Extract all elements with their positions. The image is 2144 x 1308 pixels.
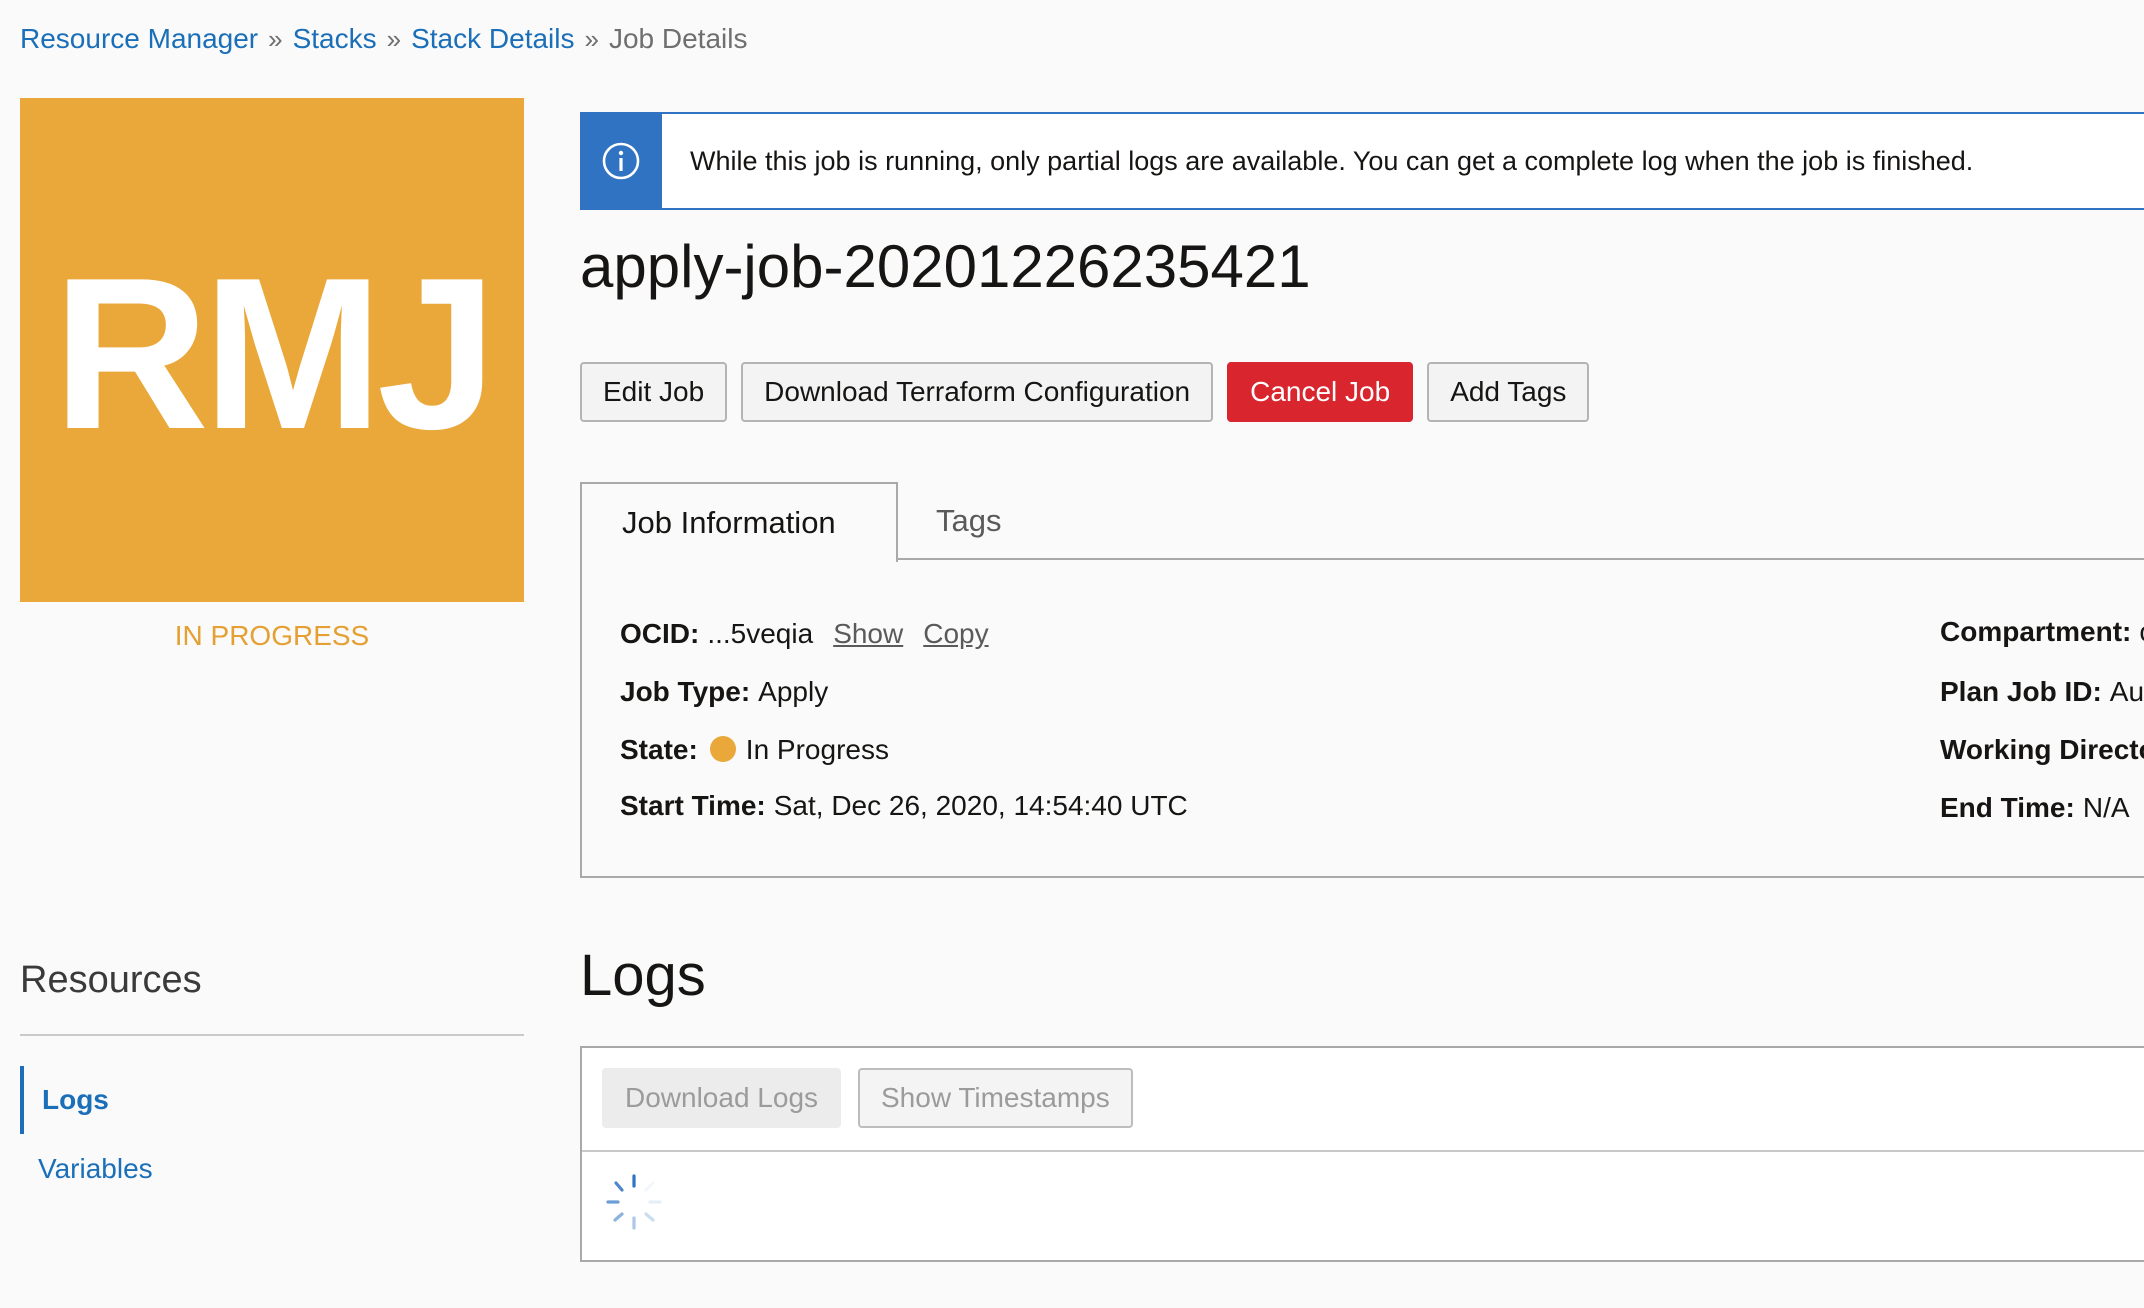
- compartment-value[interactable]: c: [2139, 616, 2144, 647]
- tab-tags[interactable]: Tags: [936, 482, 1001, 560]
- breadcrumb-separator: »: [386, 24, 402, 54]
- working-directory-label: Working Directo: [1940, 734, 2144, 765]
- job-information-panel: OCID: ...5veqia Show Copy Job Type: Apply St…: [580, 558, 2144, 878]
- ocid-field: OCID: ...5veqia Show Copy: [620, 614, 989, 654]
- breadcrumb-current: Job Details: [608, 23, 748, 54]
- info-icon: [602, 142, 640, 180]
- action-toolbar: Edit Job Download Terraform Configuratio…: [580, 362, 1590, 422]
- tab-job-information[interactable]: Job Information: [580, 482, 898, 562]
- plan-job-id-field: Plan Job ID: Au: [1940, 672, 2144, 712]
- compartment-field: Compartment:c: [1940, 612, 2144, 652]
- logs-heading: Logs: [580, 943, 706, 1008]
- breadcrumb-resource-manager[interactable]: Resource Manager: [20, 23, 258, 54]
- show-timestamps-button[interactable]: Show Timestamps: [858, 1068, 1133, 1128]
- working-directory-field: Working Directo: [1940, 730, 2144, 770]
- logs-toolbar: Download Logs Show Timestamps: [582, 1048, 2144, 1152]
- end-time-field: End Time: N/A: [1940, 788, 2130, 828]
- end-time-value: N/A: [2082, 792, 2130, 823]
- start-time-field: Start Time: Sat, Dec 26, 2020, 14:54:40 U…: [620, 786, 1188, 826]
- breadcrumb-separator: »: [268, 24, 283, 54]
- ocid-value: ...5veqia: [707, 618, 814, 649]
- page-title: apply-job-20201226235421: [580, 233, 1311, 300]
- breadcrumb-stacks[interactable]: Stacks: [293, 23, 377, 54]
- job-type-label: Job Type:: [620, 676, 751, 707]
- plan-job-id-label: Plan Job ID:: [1940, 676, 2102, 707]
- end-time-label: End Time:: [1940, 792, 2075, 823]
- ocid-copy-link[interactable]: Copy: [923, 618, 988, 649]
- info-icon-cell: [580, 113, 662, 209]
- job-badge-status: IN PROGRESS: [174, 620, 370, 651]
- resources-item-logs[interactable]: Logs: [20, 1066, 500, 1134]
- cancel-job-button[interactable]: Cancel Job: [1227, 362, 1414, 422]
- resources-heading: Resources: [20, 959, 202, 1001]
- resources-divider: [20, 1034, 524, 1036]
- job-type-field: Job Type: Apply: [620, 672, 828, 712]
- download-terraform-button[interactable]: Download Terraform Configuration: [741, 362, 1214, 422]
- logs-panel: Download Logs Show Timestamps: [580, 1046, 2144, 1262]
- job-badge-initials: RMJ: [52, 232, 497, 474]
- info-banner: While this job is running, only partial …: [580, 112, 2144, 210]
- details-tabs: Job Information Tags: [580, 482, 2144, 562]
- loading-spinner-icon: [606, 1174, 662, 1230]
- edit-job-button[interactable]: Edit Job: [580, 362, 728, 422]
- ocid-show-link[interactable]: Show: [833, 618, 903, 649]
- start-time-label: Start Time:: [620, 790, 766, 821]
- add-tags-button[interactable]: Add Tags: [1427, 362, 1590, 422]
- job-type-value: Apply: [758, 676, 829, 707]
- start-time-value: Sat, Dec 26, 2020, 14:54:40 UTC: [773, 790, 1188, 821]
- resources-item-variables[interactable]: Variables: [20, 1135, 500, 1203]
- breadcrumb: Resource Manager » Stacks » Stack Details » Jo…: [20, 20, 747, 58]
- compartment-label: Compartment:: [1940, 616, 2132, 647]
- download-logs-button[interactable]: Download Logs: [602, 1068, 842, 1128]
- state-field: State: In Progress: [620, 730, 889, 770]
- state-label: State:: [620, 734, 698, 765]
- info-banner-message: While this job is running, only partial …: [690, 145, 1974, 176]
- state-indicator-icon: [709, 736, 736, 762]
- ocid-label: OCID:: [620, 618, 700, 649]
- plan-job-id-value: Au: [2109, 676, 2144, 707]
- job-badge: RMJ: [20, 98, 524, 602]
- breadcrumb-separator: »: [584, 24, 599, 54]
- state-value: In Progress: [745, 734, 889, 765]
- breadcrumb-stack-details[interactable]: Stack Details: [411, 23, 574, 54]
